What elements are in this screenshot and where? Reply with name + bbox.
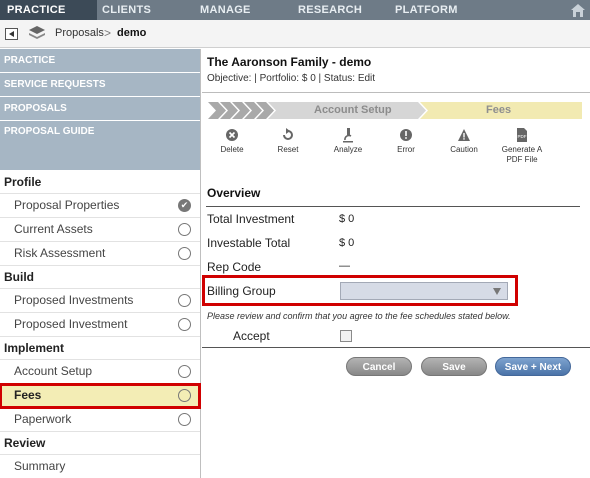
sidebar-group-profile: Profile — [0, 171, 200, 194]
sidebar-item-proposed-investments[interactable]: Proposed Investments — [0, 289, 200, 313]
error-button[interactable]: Error — [394, 127, 418, 154]
dropdown-arrow-icon — [493, 288, 501, 295]
sidebar-section-service-requests[interactable]: SERVICE REQUESTS — [0, 73, 200, 97]
sidebar-section-proposal-guide[interactable]: PROPOSAL GUIDE — [0, 121, 200, 171]
page-title: The Aaronson Family - demo — [207, 55, 372, 69]
status-circle-icon — [178, 294, 191, 307]
billing-group-select[interactable] — [340, 282, 508, 300]
sidebar-group-implement: Implement — [0, 337, 200, 360]
sidebar-item-label: Proposed Investment — [14, 317, 128, 331]
nav-tab-clients[interactable]: CLIENTS — [102, 0, 151, 20]
sidebar-item-label: Account Setup — [14, 364, 93, 378]
save-next-button[interactable]: Save + Next — [495, 357, 571, 376]
status-circle-icon — [178, 389, 191, 402]
sidebar-item-label: Paperwork — [14, 412, 72, 426]
breadcrumb-bar: Proposals > demo — [0, 20, 590, 48]
step-fees[interactable]: Fees — [486, 104, 511, 116]
step-progress: Account Setup Fees — [208, 102, 582, 119]
total-investment-value: $ 0 — [339, 213, 355, 225]
sidebar-group-review: Review — [0, 432, 200, 455]
button-divider — [202, 347, 590, 348]
fee-confirmation-note: Please review and confirm that you agree… — [207, 311, 511, 321]
step-account-setup[interactable]: Account Setup — [314, 104, 392, 116]
accept-label: Accept — [233, 329, 270, 343]
sidebar-item-proposed-investment[interactable]: Proposed Investment — [0, 313, 200, 337]
proposal-subtitle: Objective: | Portfolio: $ 0 | Status: Ed… — [207, 73, 376, 84]
caution-button[interactable]: Caution — [448, 127, 480, 154]
status-circle-icon — [178, 318, 191, 331]
sidebar-item-proposal-properties[interactable]: Proposal Properties ✔ — [0, 194, 200, 218]
microscope-icon — [343, 128, 353, 143]
main-panel: The Aaronson Family - demo Objective: | … — [202, 49, 590, 478]
breadcrumb-proposals[interactable]: Proposals — [55, 27, 104, 39]
collapse-sidebar-button[interactable] — [5, 28, 18, 40]
breadcrumb-current: demo — [117, 27, 147, 39]
caution-icon — [458, 129, 470, 141]
generate-pdf-button[interactable]: PDF Generate A PDF File — [498, 127, 546, 165]
total-investment-label: Total Investment — [207, 212, 295, 226]
cancel-button[interactable]: Cancel — [346, 357, 412, 376]
sidebar-item-risk-assessment[interactable]: Risk Assessment — [0, 242, 200, 266]
delete-button[interactable]: Delete — [219, 127, 245, 154]
overview-divider — [206, 206, 580, 207]
stack-icon — [29, 26, 45, 39]
status-circle-icon — [178, 247, 191, 260]
checkmark-icon: ✔ — [178, 199, 191, 212]
sidebar-item-paperwork[interactable]: Paperwork — [0, 408, 200, 432]
reset-icon — [283, 128, 293, 140]
nav-tab-platform[interactable]: PLATFORM — [395, 0, 458, 20]
rep-code-label: Rep Code — [207, 260, 262, 274]
error-icon — [400, 129, 412, 141]
pdf-file-icon: PDF — [517, 128, 527, 142]
status-circle-icon — [178, 413, 191, 426]
sidebar-section-practice[interactable]: PRACTICE — [0, 49, 200, 73]
sidebar-item-label: Fees — [14, 388, 42, 402]
sidebar-item-label: Current Assets — [14, 222, 93, 236]
toolbar: Delete Reset Analyze Error Caution PDF G… — [202, 127, 590, 171]
nav-tab-practice[interactable]: PRACTICE — [0, 0, 97, 20]
sidebar-item-label: Proposal Properties — [14, 198, 120, 212]
sidebar-item-label: Risk Assessment — [14, 246, 106, 260]
accept-checkbox[interactable] — [340, 330, 352, 342]
investable-total-value: $ 0 — [339, 237, 355, 249]
top-nav: PRACTICE CLIENTS MANAGE RESEARCH PLATFOR… — [0, 0, 590, 20]
home-icon[interactable] — [570, 2, 586, 18]
rep-code-value: — — [339, 260, 350, 272]
sidebar-item-fees[interactable]: Fees — [0, 383, 201, 409]
sidebar-item-summary[interactable]: Summary — [0, 455, 200, 478]
status-circle-icon — [178, 223, 191, 236]
sidebar-item-label: Proposed Investments — [14, 293, 134, 307]
delete-icon — [226, 129, 238, 141]
sidebar-section-proposals[interactable]: PROPOSALS — [0, 97, 200, 121]
step-chevrons-graphic — [208, 102, 582, 119]
nav-tab-research[interactable]: RESEARCH — [298, 0, 362, 20]
billing-group-label: Billing Group — [207, 284, 276, 298]
sidebar-item-account-setup[interactable]: Account Setup — [0, 360, 200, 384]
sidebar-item-label: Summary — [14, 459, 66, 473]
overview-heading: Overview — [207, 186, 261, 200]
svg-text:PDF: PDF — [518, 134, 527, 139]
sidebar: PRACTICE SERVICE REQUESTS PROPOSALS PROP… — [0, 49, 201, 478]
nav-tab-manage[interactable]: MANAGE — [200, 0, 251, 20]
investable-total-label: Investable Total — [207, 236, 291, 250]
save-button[interactable]: Save — [421, 357, 487, 376]
status-circle-icon — [178, 365, 191, 378]
divider — [202, 92, 590, 93]
analyze-button[interactable]: Analyze — [331, 127, 365, 154]
breadcrumb-separator: > — [104, 26, 112, 40]
sidebar-group-build: Build — [0, 266, 200, 289]
reset-button[interactable]: Reset — [276, 127, 300, 154]
sidebar-item-current-assets[interactable]: Current Assets — [0, 218, 200, 242]
